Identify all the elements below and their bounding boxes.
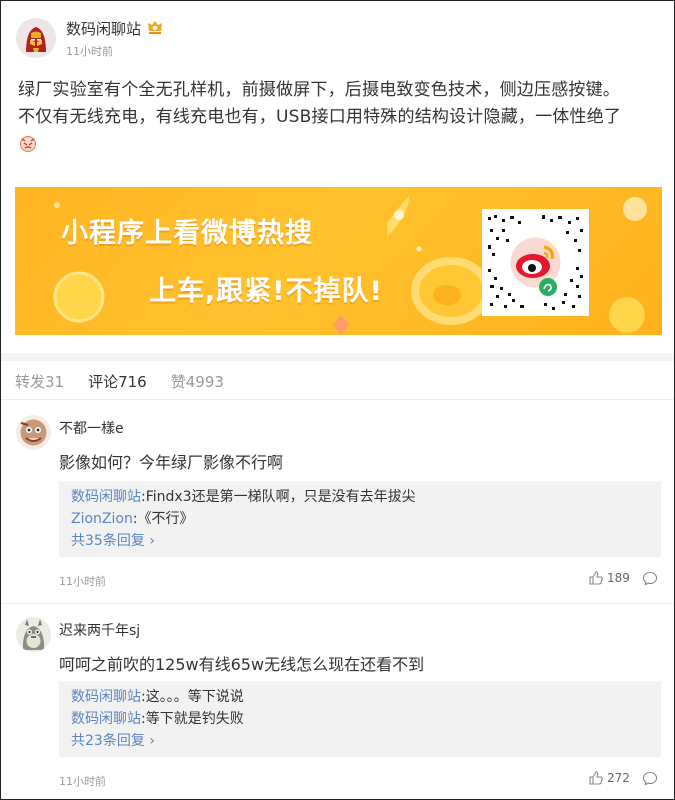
thumbs-up-icon (589, 571, 603, 585)
commenter-avatar[interactable] (16, 617, 51, 652)
tab-reposts[interactable]: 转发31 (15, 371, 64, 392)
iron-man-avatar-icon[interactable] (16, 18, 56, 58)
reply-icon[interactable] (642, 571, 658, 590)
reply-item: 数码闲聊站:这。。。等下说说 (71, 686, 649, 708)
reply-user[interactable]: 数码闲聊站 (71, 489, 141, 505)
reply-item: ZionZion:《不行》 (71, 508, 649, 530)
reply-text: :等下就是钓失败 (141, 711, 244, 727)
weibo-qr-code-icon[interactable] (482, 209, 589, 316)
reply-text: :这。。。等下说说 (141, 689, 244, 705)
emoji-icon (18, 134, 663, 156)
banner-headline: 小程序上看微博热搜 (61, 218, 313, 249)
tab-likes[interactable]: 赞4993 (171, 371, 224, 392)
banner-subheadline: 上车,跟紧!不掉队! (149, 276, 383, 307)
commenter-name[interactable]: 不都一樣e (59, 418, 124, 438)
comment-time: 11小时前 (59, 775, 106, 788)
chevron-right-icon: › (144, 533, 155, 549)
reply-box[interactable]: 数码闲聊站:这。。。等下说说 数码闲聊站:等下就是钓失败 共23条回复 › (59, 681, 661, 757)
post-tabs: 转发31 评论716 赞4993 (15, 367, 248, 395)
more-replies-label: 共35条回复 (71, 533, 145, 549)
reply-text: :Findx3还是第一梯队啊，只是没有去年拔尖 (141, 489, 416, 505)
comment-divider (1, 603, 674, 604)
author-name[interactable]: 数码闲聊站 (66, 18, 141, 39)
reply-item: 数码闲聊站:Findx3还是第一梯队啊，只是没有去年拔尖 (71, 486, 649, 508)
thumbs-up-icon (589, 771, 603, 785)
post-header: 数码闲聊站 11小时前 (16, 16, 164, 60)
chevron-right-icon: › (144, 733, 155, 749)
post-time: 11小时前 (66, 44, 113, 58)
commenter-avatar[interactable] (16, 415, 51, 450)
tab-comments[interactable]: 评论716 (88, 371, 147, 392)
more-replies-link[interactable]: 共23条回复 › (71, 730, 649, 752)
like-count: 189 (607, 571, 630, 585)
comment-item: 不都一樣e 影像如何？今年绿厂影像不行啊 数码闲聊站:Findx3还是第一梯队啊… (1, 409, 674, 601)
commenter-name[interactable]: 迟来两千年sj (59, 620, 140, 640)
post-text-line-1: 绿厂实验室有个全无孔样机，前摄做屏下，后摄电致变色技术，侧边压感按键。 (18, 80, 620, 100)
post-text: 绿厂实验室有个全无孔样机，前摄做屏下，后摄电致变色技术，侧边压感按键。 不仅有无… (18, 77, 663, 156)
comment-time: 11小时前 (59, 575, 106, 588)
reply-text: :《不行》 (132, 511, 194, 527)
vip-badge-icon (146, 20, 164, 36)
like-button[interactable]: 189 (589, 571, 630, 585)
more-replies-link[interactable]: 共35条回复 › (71, 530, 649, 552)
reply-user[interactable]: ZionZion (71, 511, 133, 527)
reply-icon[interactable] (642, 771, 658, 790)
reply-user[interactable]: 数码闲聊站 (71, 711, 141, 727)
like-count: 272 (607, 771, 630, 785)
reply-user[interactable]: 数码闲聊站 (71, 689, 141, 705)
section-divider (1, 353, 674, 361)
more-replies-label: 共23条回复 (71, 733, 145, 749)
comment-text: 影像如何？今年绿厂影像不行啊 (59, 453, 284, 472)
reply-box[interactable]: 数码闲聊站:Findx3还是第一梯队啊，只是没有去年拔尖 ZionZion:《不… (59, 481, 661, 557)
post-text-line-2: 不仅有无线充电，有线充电也有，USB接口用特殊的结构设计隐藏，一体性绝了 (18, 107, 622, 127)
like-button[interactable]: 272 (589, 771, 630, 785)
comment-item: 迟来两千年sj 呵呵之前吹的125w有线65w无线怎么现在还看不到 数码闲聊站:… (1, 611, 674, 799)
comment-text: 呵呵之前吹的125w有线65w无线怎么现在还看不到 (59, 655, 425, 674)
reply-item: 数码闲聊站:等下就是钓失败 (71, 708, 649, 730)
mini-program-banner[interactable]: 小程序上看微博热搜 上车,跟紧!不掉队! (15, 187, 662, 335)
weibo-post-page: 数码闲聊站 11小时前 绿厂实验室有个全无孔样机，前摄做屏下，后摄电致变色技术，… (0, 0, 675, 800)
tab-underline-divider (1, 399, 674, 400)
